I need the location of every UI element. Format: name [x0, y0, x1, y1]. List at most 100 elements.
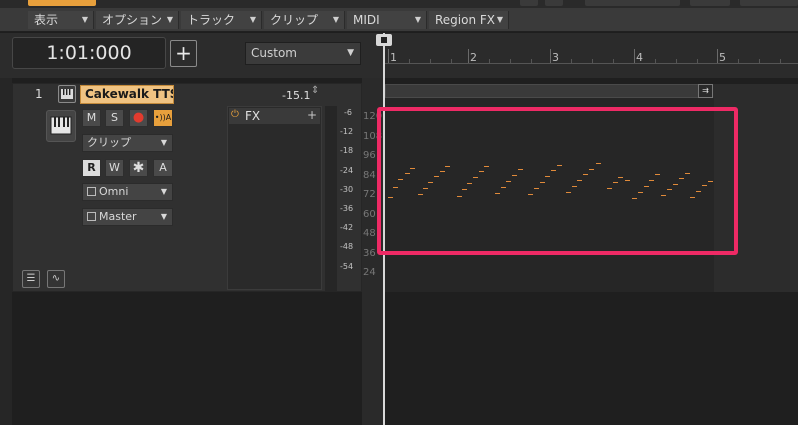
- track-number: 1: [35, 87, 43, 101]
- ruler-minor-tick: [697, 59, 698, 63]
- ruler-minor-tick: [738, 59, 739, 63]
- ruler-minor-tick: [510, 59, 511, 63]
- keyboard-icon[interactable]: [58, 85, 76, 103]
- ruler-baseline: [385, 63, 798, 64]
- key-label: 48: [363, 228, 376, 239]
- automation-auto-button[interactable]: A: [153, 159, 173, 177]
- clip-mode-select[interactable]: クリップ ▼: [82, 134, 173, 152]
- input-value: Omni: [99, 185, 129, 198]
- volume-value[interactable]: -15.1: [282, 89, 310, 102]
- mute-button[interactable]: M: [82, 109, 101, 127]
- menu-item[interactable]: クリップ ▼: [264, 11, 345, 29]
- volume-arrow-icon[interactable]: ⇕: [311, 85, 319, 96]
- chevron-down-icon: ▼: [496, 15, 503, 24]
- instrument-icon[interactable]: [46, 110, 76, 142]
- fx-bin[interactable]: [227, 106, 322, 290]
- now-marker[interactable]: [376, 34, 392, 46]
- meter-label: -48: [340, 242, 354, 252]
- track-list-icon[interactable]: ☰: [22, 270, 40, 288]
- key-label: 96: [363, 150, 376, 161]
- top-tab[interactable]: [545, 0, 563, 6]
- meter-label: -54: [340, 261, 354, 271]
- chevron-down-icon: ▼: [249, 15, 256, 24]
- chevron-down-icon: ▼: [160, 138, 167, 147]
- ruler-tick: [634, 49, 635, 63]
- fx-add-button[interactable]: +: [307, 108, 317, 122]
- menu-item-label: 表示: [34, 13, 59, 27]
- ruler-tick: [550, 49, 551, 63]
- ruler-label: 5: [719, 51, 726, 64]
- preset-select[interactable]: Custom ▼: [245, 42, 361, 65]
- ruler-minor-tick: [571, 59, 572, 63]
- ruler-tick: [388, 49, 389, 63]
- preset-select-value: Custom: [251, 46, 297, 60]
- meter-label: -18: [340, 146, 354, 156]
- top-tab[interactable]: [690, 0, 730, 6]
- menu-item[interactable]: Region FX ▼: [429, 11, 509, 29]
- input-port-icon: [87, 187, 96, 196]
- timeline-ruler[interactable]: 1 2 3 4 5: [385, 33, 798, 78]
- input-echo-button[interactable]: •))A: [153, 109, 173, 127]
- ruler-minor-tick: [780, 59, 781, 63]
- ruler-label: 2: [470, 51, 477, 64]
- time-display[interactable]: 1:01:000: [12, 37, 166, 69]
- clip-mode-value: クリップ: [87, 136, 131, 149]
- automation-lane-icon[interactable]: ∿: [47, 270, 65, 288]
- selection-highlight: [377, 107, 738, 255]
- menu-item-label: Region FX: [435, 13, 496, 27]
- output-select[interactable]: Master ▼: [82, 208, 173, 226]
- meter-label: -30: [340, 184, 354, 194]
- automation-read-button[interactable]: R: [82, 159, 101, 177]
- ruler-tick: [717, 49, 718, 63]
- top-tab-active[interactable]: [28, 0, 96, 6]
- meter-label: -12: [340, 127, 354, 137]
- output-value: Master: [99, 210, 137, 223]
- automation-star-button[interactable]: ✱: [129, 159, 148, 177]
- add-track-button[interactable]: +: [170, 40, 197, 67]
- ruler-minor-tick: [489, 59, 490, 63]
- top-tab[interactable]: [520, 0, 538, 6]
- solo-button[interactable]: S: [105, 109, 124, 127]
- menu-bar: 表示 ▼ オプション ▼ トラック ▼ クリップ ▼ MIDI ▼ Region FX ▼: [0, 8, 798, 32]
- ruler-tick: [468, 49, 469, 63]
- menu-item[interactable]: オプション ▼: [96, 11, 179, 29]
- output-port-icon: [87, 212, 96, 221]
- level-meter: [325, 106, 337, 292]
- ruler-minor-tick: [613, 59, 614, 63]
- clip-header[interactable]: [385, 84, 713, 98]
- keyboard-icon-graphic: [61, 89, 73, 99]
- ruler-label: 4: [636, 51, 643, 64]
- meter-label: -42: [340, 223, 354, 233]
- key-label: 84: [363, 169, 376, 181]
- power-icon[interactable]: ⏻: [231, 109, 239, 120]
- ruler-minor-tick: [759, 59, 760, 63]
- input-select[interactable]: Omni ▼: [82, 183, 173, 201]
- meter-label: -6: [344, 108, 352, 117]
- chevron-down-icon: ▼: [160, 187, 167, 196]
- chevron-down-icon: ▼: [81, 15, 88, 24]
- chevron-down-icon: ▼: [347, 48, 354, 58]
- ruler-minor-tick: [592, 59, 593, 63]
- clip-options-icon[interactable]: ⇉: [698, 84, 713, 98]
- ruler-label: 1: [390, 51, 397, 64]
- fx-label: FX: [245, 109, 261, 123]
- key-label: 24: [363, 267, 376, 278]
- chevron-down-icon: ▼: [332, 15, 339, 24]
- ruler-minor-tick: [655, 59, 656, 63]
- left-gutter: [0, 78, 12, 425]
- automation-write-button[interactable]: W: [105, 159, 124, 177]
- menu-item[interactable]: MIDI ▼: [347, 11, 427, 29]
- top-tab[interactable]: [585, 0, 680, 6]
- ruler-minor-tick: [531, 59, 532, 63]
- record-arm-button[interactable]: ●: [129, 109, 148, 127]
- menu-item[interactable]: トラック ▼: [181, 11, 262, 29]
- menu-item-label: オプション: [102, 13, 163, 27]
- ruler-minor-tick: [430, 59, 431, 63]
- key-label: 60: [363, 208, 376, 220]
- top-tab[interactable]: [740, 0, 798, 6]
- track-name[interactable]: Cakewalk TTS-: [80, 85, 174, 104]
- chevron-down-icon: ▼: [166, 15, 173, 24]
- ruler-minor-tick: [451, 59, 452, 63]
- menu-item[interactable]: 表示 ▼: [28, 11, 94, 29]
- key-label: 36: [363, 247, 376, 259]
